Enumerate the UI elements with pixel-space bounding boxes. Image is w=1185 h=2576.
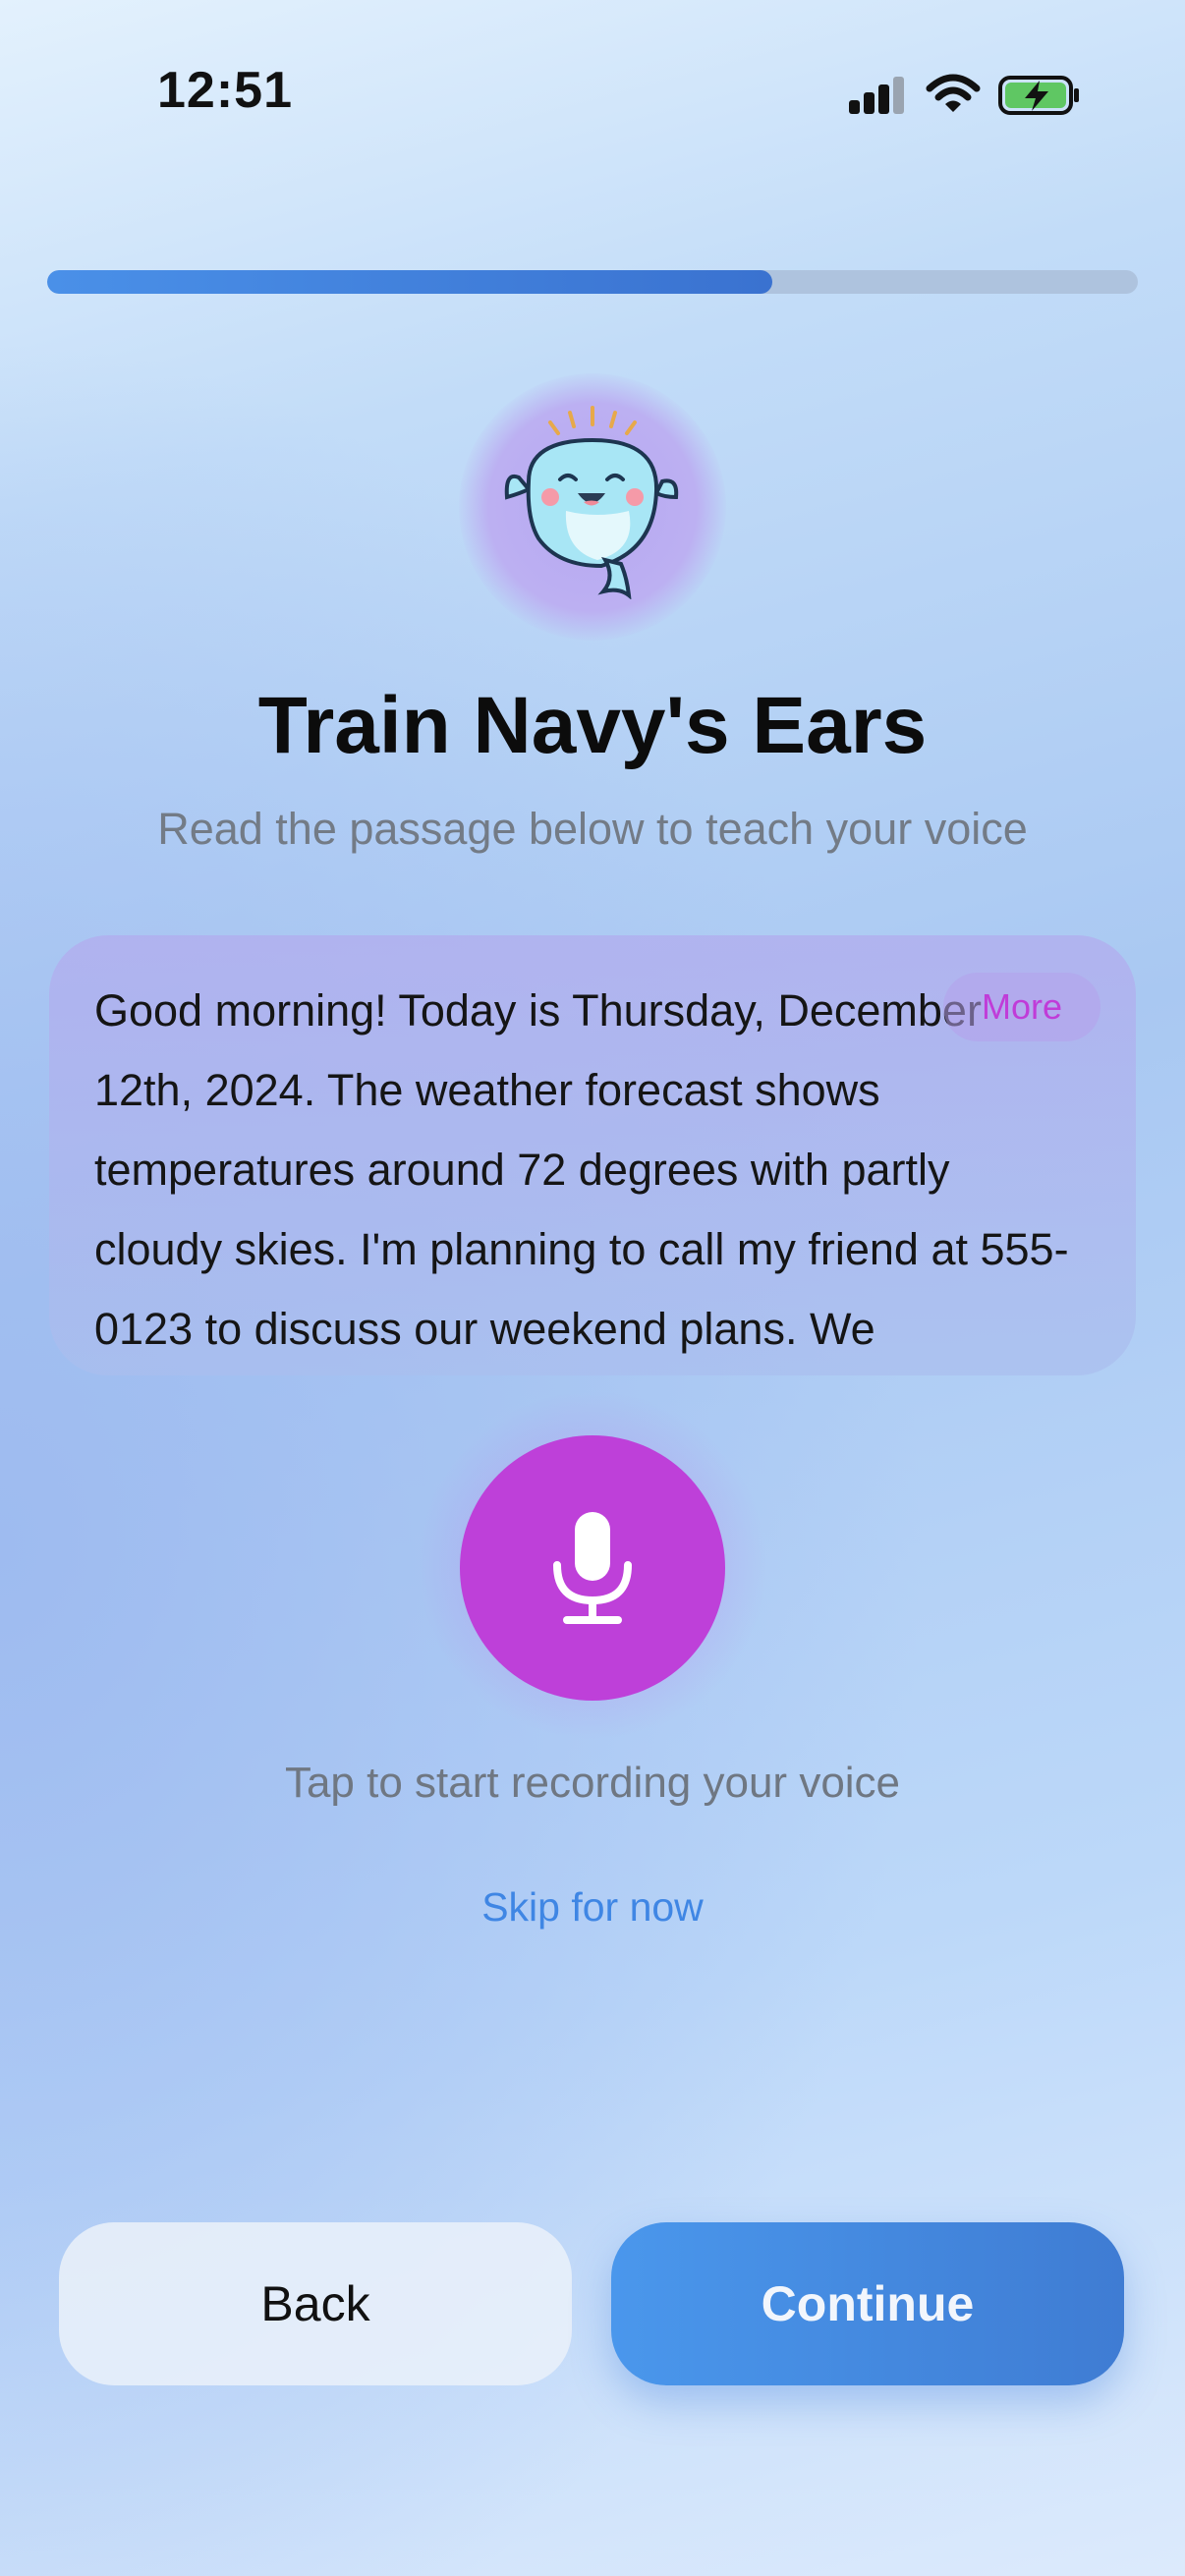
record-button[interactable] [460,1435,725,1701]
record-hint: Tap to start recording your voice [284,1759,901,1807]
page-subtitle: Read the passage below to teach your voi… [157,804,1028,854]
back-button[interactable]: Back [59,2222,572,2385]
dolphin-mascot-icon [504,406,679,599]
status-bar: 12:51 [0,0,1185,196]
skip-link[interactable]: Skip for now [0,1884,1185,1931]
passage-text: Good morning! Today is Thursday, Decembe… [94,985,1069,1354]
progress-bar-fill [47,270,773,294]
page-title: Train Navy's Ears [257,681,928,770]
cellular-signal-icon [849,77,904,114]
more-button[interactable]: More [943,973,1100,1041]
wifi-icon [926,74,981,112]
passage-card[interactable]: Good morning! Today is Thursday, Decembe… [49,935,1136,1375]
battery-charging-icon [998,76,1079,115]
progress-bar [47,270,1138,294]
continue-button[interactable]: Continue [611,2222,1124,2385]
microphone-icon [553,1512,632,1624]
status-time: 12:51 [157,62,293,119]
